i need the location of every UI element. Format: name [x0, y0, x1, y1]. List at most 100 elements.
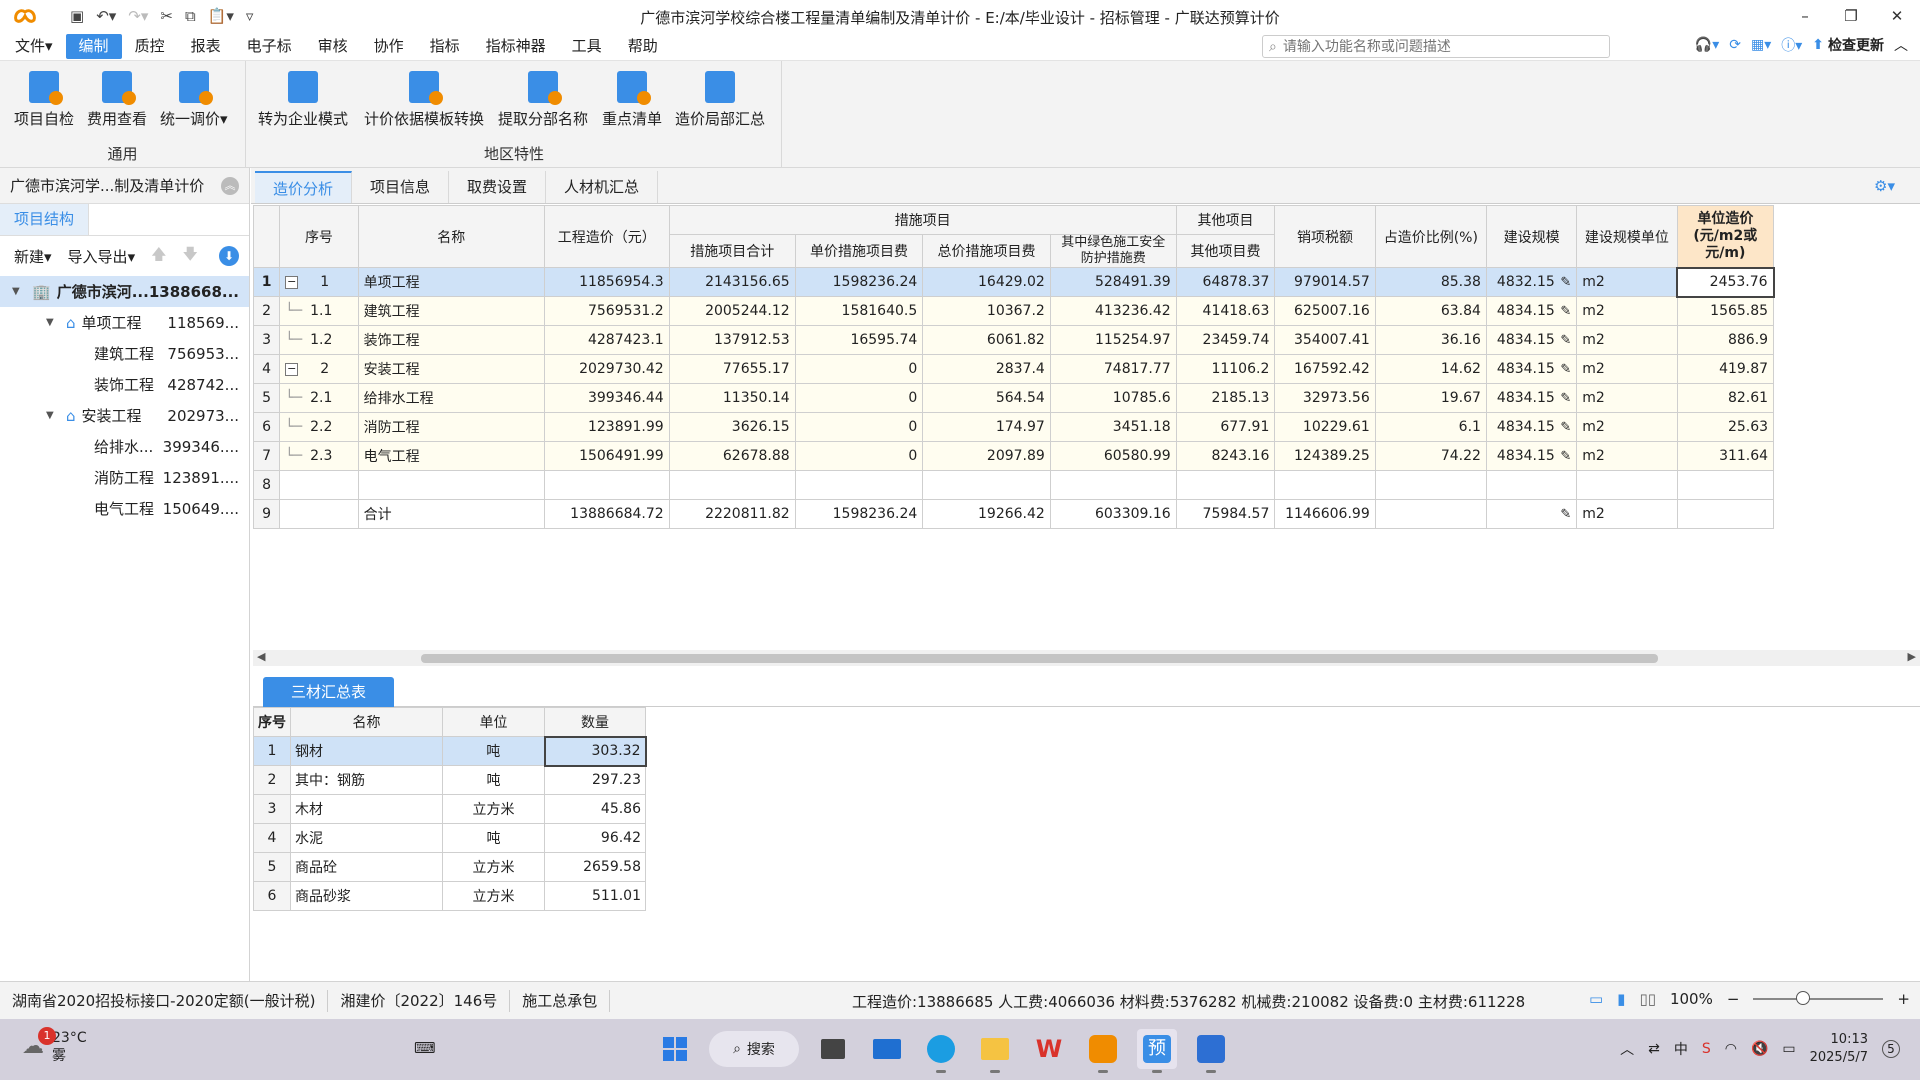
cell-tax[interactable]: 354007.41	[1274, 325, 1376, 355]
table-row[interactable]: 8	[252, 470, 1920, 500]
zoom-slider[interactable]	[1753, 991, 1884, 1005]
cell-scale[interactable]: 4834.15 ✎	[1485, 412, 1578, 442]
expand-caret-icon[interactable]: ▼	[46, 317, 60, 328]
header-tax[interactable]: 销项税额	[1274, 205, 1376, 268]
header-measures[interactable]: 措施项目	[668, 205, 1177, 235]
cell-scale-unit[interactable]: m2	[1576, 296, 1678, 326]
menu-tools[interactable]: 工具	[559, 34, 615, 59]
cell-name[interactable]: 安装工程	[357, 354, 545, 384]
cell-name[interactable]: 合计	[357, 499, 545, 529]
cell-seq[interactable]: −1	[279, 267, 359, 297]
taskbar-search[interactable]: ⌕ 搜索	[709, 1031, 799, 1067]
cell-mt[interactable]: 3626.15	[668, 412, 796, 442]
cell-cost[interactable]	[543, 470, 670, 500]
cell-cost[interactable]: 13886684.72	[543, 499, 670, 529]
cell-cost[interactable]: 399346.44	[543, 383, 670, 413]
row-number[interactable]: 2	[252, 296, 281, 326]
ime-indicator[interactable]: 中	[1674, 1039, 1688, 1059]
cell-gs[interactable]: 3451.18	[1049, 412, 1177, 442]
cell-tm[interactable]: 10367.2	[922, 296, 1051, 326]
paste-icon[interactable]: 📋▾	[208, 7, 234, 25]
cell-um[interactable]: 0	[794, 412, 924, 442]
menu-quality[interactable]: 质控	[122, 34, 178, 59]
unified-price-adjust-button[interactable]: 统一调价▾	[160, 71, 228, 129]
cell-material-qty[interactable]: 45.86	[544, 794, 646, 824]
cell-scale-unit[interactable]: m2	[1576, 499, 1678, 529]
tab-three-materials[interactable]: 三材汇总表	[263, 677, 395, 707]
edit-pencil-icon[interactable]: ✎	[1559, 391, 1571, 406]
cell-of[interactable]: 677.91	[1175, 412, 1276, 442]
to-enterprise-mode-button[interactable]: 转为企业模式	[258, 71, 348, 129]
cell-seq[interactable]: −2	[279, 354, 359, 384]
cell-material-unit[interactable]: 立方米	[442, 852, 545, 882]
view-split-icon[interactable]: ▯▯	[1639, 990, 1656, 1008]
cell-mt[interactable]: 11350.14	[668, 383, 796, 413]
scroll-right-icon[interactable]: ▶	[1908, 650, 1916, 663]
cell-cost[interactable]: 2029730.42	[543, 354, 670, 384]
tree-item-fire[interactable]: 消防工程 123891....	[0, 462, 249, 493]
cell-um[interactable]: 1581640.5	[794, 296, 924, 326]
battery-icon[interactable]: ▭	[1782, 1041, 1795, 1057]
cell-um[interactable]: 1598236.24	[794, 267, 924, 297]
notification-count[interactable]: 5	[1882, 1040, 1900, 1058]
mat-header-name[interactable]: 名称	[290, 707, 443, 737]
move-down-icon[interactable]: 🡇	[183, 244, 198, 269]
cell-um[interactable]: 0	[794, 383, 924, 413]
tree-item-electrical[interactable]: 电气工程 150649....	[0, 493, 249, 524]
cell-mt[interactable]: 77655.17	[668, 354, 796, 384]
extract-section-names-button[interactable]: 提取分部名称	[498, 71, 588, 129]
mat-header-qty[interactable]: 数量	[544, 707, 646, 737]
cell-tax[interactable]: 32973.56	[1274, 383, 1376, 413]
cell-mt[interactable]: 137912.53	[668, 325, 796, 355]
tab-project-info[interactable]: 项目信息	[352, 171, 450, 203]
refresh-icon[interactable]: ⟳	[1729, 37, 1741, 53]
move-up-icon[interactable]: 🡅	[151, 244, 166, 269]
row-number[interactable]: 6	[253, 881, 291, 911]
header-green-safety[interactable]: 其中绿色施工安全防护措施费	[1049, 234, 1177, 268]
collapse-icon[interactable]: ︽	[221, 177, 239, 195]
cell-scale-unit[interactable]	[1576, 470, 1678, 500]
header-scale[interactable]: 建设规模	[1485, 205, 1578, 268]
cell-of[interactable]	[1175, 470, 1276, 500]
cell-name[interactable]: 建筑工程	[357, 296, 545, 326]
cell-scale-unit[interactable]: m2	[1576, 325, 1678, 355]
cell-tm[interactable]	[922, 470, 1051, 500]
row-number[interactable]: 4	[253, 823, 291, 853]
cell-name[interactable]: 电气工程	[357, 441, 545, 471]
header-unit-measures[interactable]: 单价措施项目费	[794, 234, 924, 268]
cell-um[interactable]: 16595.74	[794, 325, 924, 355]
row-number[interactable]: 6	[252, 412, 281, 442]
cell-tm[interactable]: 19266.42	[922, 499, 1051, 529]
key-list-button[interactable]: 重点清单	[602, 71, 662, 129]
cell-mt[interactable]	[668, 470, 796, 500]
cell-tax[interactable]: 625007.16	[1274, 296, 1376, 326]
cell-scale[interactable]: 4834.15 ✎	[1485, 383, 1578, 413]
minimize-button[interactable]: –	[1782, 0, 1828, 32]
cell-um[interactable]	[794, 470, 924, 500]
cell-material-qty[interactable]: 297.23	[544, 765, 646, 795]
partial-summary-button[interactable]: 造价局部汇总	[675, 71, 765, 129]
cell-scale[interactable]: 4834.15 ✎	[1485, 325, 1578, 355]
menu-file[interactable]: 文件▾	[2, 34, 66, 59]
cell-material-unit[interactable]: 吨	[442, 736, 545, 766]
cell-seq[interactable]	[279, 470, 359, 500]
tree-item-installation[interactable]: ▼ ⌂ 安装工程 202973...	[0, 400, 249, 431]
tab-cost-analysis[interactable]: 造价分析	[255, 171, 353, 203]
cell-tm[interactable]: 6061.82	[922, 325, 1051, 355]
file-explorer-icon[interactable]	[975, 1029, 1015, 1073]
volume-muted-icon[interactable]: 🔇	[1751, 1041, 1768, 1057]
menu-help[interactable]: 帮助	[615, 34, 671, 59]
cell-material-name[interactable]: 商品砼	[290, 852, 443, 882]
cell-scale-unit[interactable]: m2	[1576, 267, 1678, 297]
download-icon[interactable]: ⬇	[219, 246, 239, 266]
cell-material-name[interactable]: 商品砂浆	[290, 881, 443, 911]
glodon-app-icon[interactable]	[1083, 1029, 1123, 1073]
cell-unit-cost[interactable]: 82.61	[1676, 383, 1775, 413]
cell-gs[interactable]	[1049, 470, 1177, 500]
menu-collab[interactable]: 协作	[361, 34, 417, 59]
tab-fee-settings[interactable]: 取费设置	[449, 171, 547, 203]
cell-unit-cost[interactable]	[1676, 470, 1775, 500]
headset-icon[interactable]: 🎧▾	[1695, 37, 1719, 53]
zoom-in-icon[interactable]: +	[1897, 990, 1910, 1008]
task-view-icon[interactable]	[813, 1029, 853, 1069]
